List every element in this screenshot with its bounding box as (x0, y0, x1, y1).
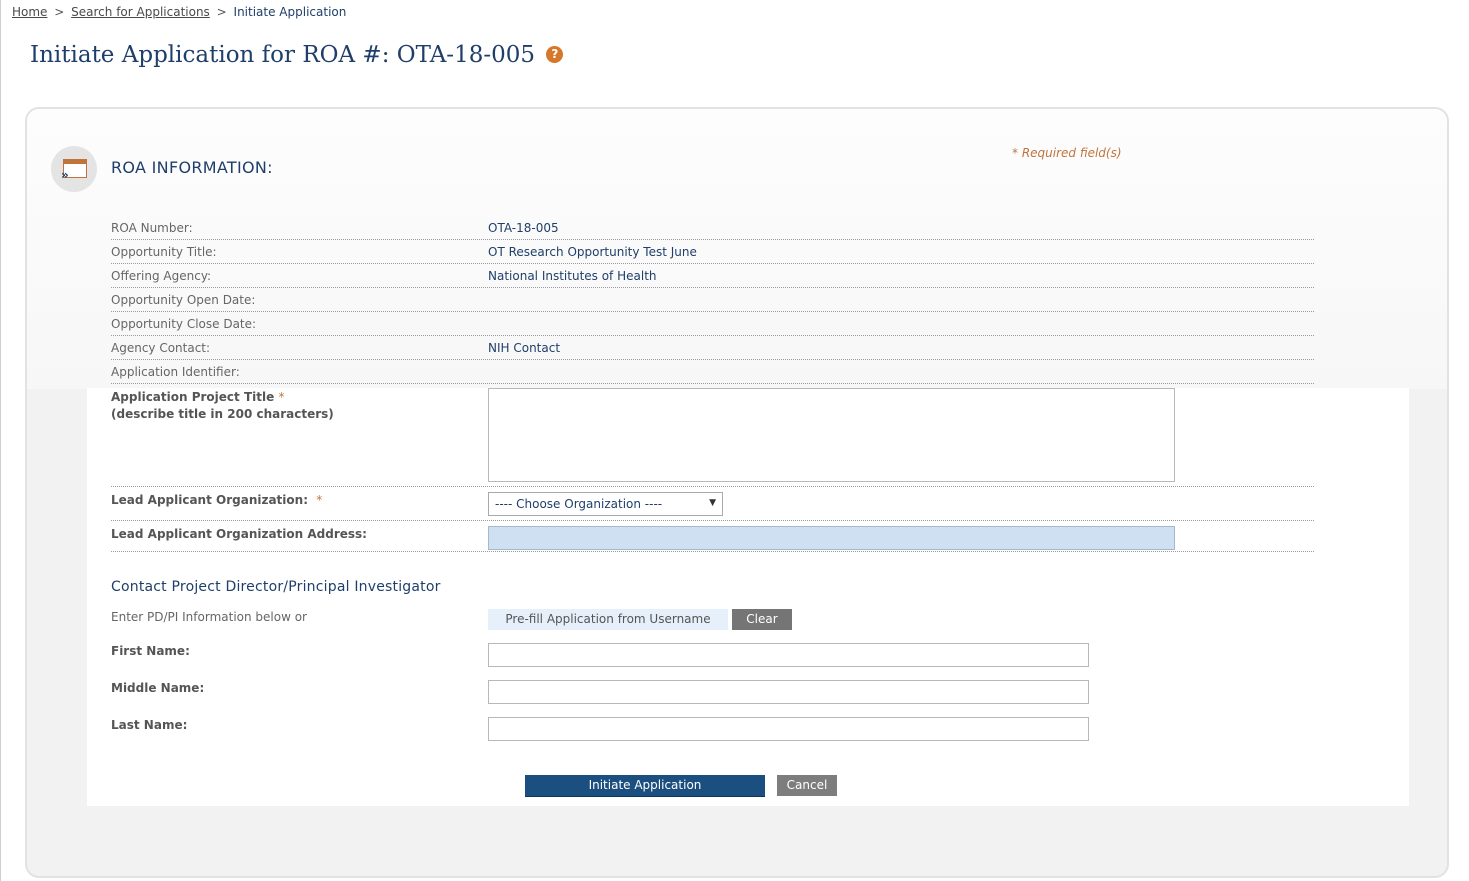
info-label: Opportunity Close Date: (111, 317, 257, 331)
prefill-from-username-button[interactable]: Pre-fill Application from Username (488, 609, 728, 630)
lead-org-label-group: Lead Applicant Organization: * (111, 493, 322, 507)
info-row-offering-agency: Offering Agency: National Institutes of … (111, 264, 1314, 288)
project-title-hint: (describe title in 200 characters) (111, 407, 334, 421)
application-form: Application Project Title * (describe ti… (87, 388, 1409, 806)
info-label: Opportunity Title: (111, 245, 217, 259)
info-value: OTA-18-005 (488, 221, 559, 235)
breadcrumb: Home > Search for Applications > Initiat… (12, 5, 346, 19)
breadcrumb-home-link[interactable]: Home (12, 5, 47, 19)
required-marker: * (316, 493, 323, 507)
info-label: Application Identifier: (111, 365, 240, 379)
row-divider (111, 486, 1314, 487)
project-title-textarea[interactable] (488, 388, 1175, 482)
lead-org-selected-value: ---- Choose Organization ---- (495, 497, 663, 511)
initiate-application-button[interactable]: Initiate Application (525, 775, 765, 797)
row-divider (111, 520, 1314, 521)
lead-org-label: Lead Applicant Organization: (111, 493, 308, 507)
info-label: Opportunity Open Date: (111, 293, 256, 307)
lead-org-address-label: Lead Applicant Organization Address: (111, 527, 367, 541)
help-icon[interactable]: ? (546, 45, 564, 63)
project-title-label: Application Project Title (111, 390, 275, 404)
first-name-field[interactable] (488, 643, 1089, 667)
info-value: OT Research Opportunity Test June (488, 245, 697, 259)
contact-pdpi-heading: Contact Project Director/Principal Inves… (111, 579, 441, 595)
info-row-opportunity-title: Opportunity Title: OT Research Opportuni… (111, 240, 1314, 264)
breadcrumb-separator: > (54, 5, 65, 19)
chevron-down-icon: ▼ (709, 498, 716, 508)
breadcrumb-separator: > (216, 5, 227, 19)
window-arrow-icon: » (51, 146, 97, 192)
section-title: ROA INFORMATION: (111, 158, 273, 177)
info-label: ROA Number: (111, 221, 193, 235)
cancel-button[interactable]: Cancel (777, 775, 837, 796)
info-value: National Institutes of Health (488, 269, 657, 283)
middle-name-label: Middle Name: (111, 681, 205, 695)
info-row-open-date: Opportunity Open Date: (111, 288, 1314, 312)
left-border (0, 0, 1, 881)
roa-panel: » ROA INFORMATION: * Required field(s) R… (25, 107, 1449, 878)
project-title-label-group: Application Project Title * (describe ti… (111, 389, 334, 423)
info-label: Offering Agency: (111, 269, 212, 283)
info-row-close-date: Opportunity Close Date: (111, 312, 1314, 336)
breadcrumb-search-link[interactable]: Search for Applications (71, 5, 210, 19)
enter-pdpi-label: Enter PD/PI Information below or (111, 610, 307, 624)
breadcrumb-current: Initiate Application (233, 5, 347, 19)
info-value: NIH Contact (488, 341, 561, 355)
info-row-roa-number: ROA Number: OTA-18-005 (111, 216, 1314, 240)
lead-org-address-field (488, 526, 1175, 550)
lead-org-select[interactable]: ---- Choose Organization ---- ▼ (488, 492, 723, 516)
last-name-field[interactable] (488, 717, 1089, 741)
page-title-row: Initiate Application for ROA #: OTA-18-0… (30, 42, 564, 68)
required-marker: * (278, 390, 285, 404)
info-label: Agency Contact: (111, 341, 211, 355)
row-divider (111, 551, 1314, 552)
double-arrow-glyph: » (61, 168, 69, 182)
info-row-agency-contact: Agency Contact: NIH Contact (111, 336, 1314, 360)
info-row-application-identifier: Application Identifier: (111, 360, 1314, 384)
last-name-label: Last Name: (111, 718, 188, 732)
middle-name-field[interactable] (488, 680, 1089, 704)
required-fields-note: * Required field(s) (1012, 146, 1122, 160)
first-name-label: First Name: (111, 644, 190, 658)
page: Home > Search for Applications > Initiat… (0, 0, 1469, 881)
clear-button[interactable]: Clear (732, 609, 792, 630)
page-title: Initiate Application for ROA #: OTA-18-0… (30, 42, 536, 68)
